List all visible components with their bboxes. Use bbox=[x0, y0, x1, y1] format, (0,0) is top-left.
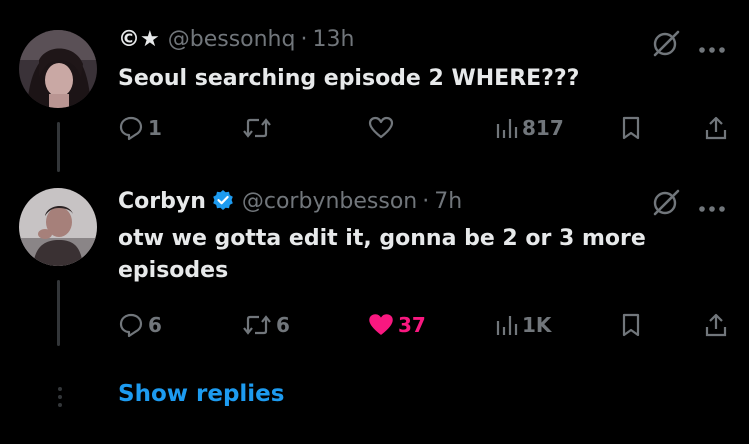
timestamp[interactable]: 13h bbox=[312, 27, 354, 52]
avatar-image bbox=[19, 30, 97, 108]
repost-button[interactable] bbox=[242, 113, 276, 143]
views-button[interactable]: 817 bbox=[494, 113, 564, 143]
views-icon bbox=[496, 316, 518, 335]
reply-icon bbox=[119, 116, 143, 141]
tweet-actions: 1 817 bbox=[118, 113, 728, 143]
tweet-2[interactable]: Corbyn @corbynbesson · 7h otw we gotta e… bbox=[0, 170, 749, 360]
bookmark-icon bbox=[622, 313, 640, 337]
like-button[interactable] bbox=[368, 113, 398, 143]
tweet-header: ©★ @bessonhq · 13h bbox=[118, 27, 354, 52]
reply-count: 1 bbox=[148, 116, 162, 140]
repost-icon bbox=[243, 118, 271, 138]
avatar[interactable] bbox=[19, 30, 97, 108]
tweet-actions: 6 6 37 1K bbox=[118, 310, 728, 340]
reply-count: 6 bbox=[148, 313, 162, 337]
display-name[interactable]: ©★ bbox=[118, 27, 160, 52]
separator-dot: · bbox=[422, 189, 430, 214]
thread-line bbox=[57, 280, 60, 346]
like-button[interactable]: 37 bbox=[368, 310, 426, 340]
bookmark-button[interactable] bbox=[620, 310, 642, 340]
share-icon bbox=[705, 313, 727, 337]
share-button[interactable] bbox=[704, 310, 728, 340]
thread-line bbox=[57, 122, 60, 172]
verified-badge-icon bbox=[213, 190, 233, 210]
grok-icon[interactable] bbox=[651, 187, 681, 221]
share-button[interactable] bbox=[704, 113, 728, 143]
views-icon bbox=[496, 119, 518, 138]
repost-count: 6 bbox=[276, 313, 290, 337]
repost-button[interactable]: 6 bbox=[242, 310, 290, 340]
views-button[interactable]: 1K bbox=[494, 310, 551, 340]
reply-button[interactable]: 1 bbox=[118, 113, 162, 143]
repost-icon bbox=[243, 315, 271, 335]
display-name[interactable]: Corbyn bbox=[118, 189, 206, 214]
views-count: 817 bbox=[522, 116, 564, 140]
heart-icon bbox=[369, 314, 393, 335]
tweet-header: Corbyn @corbynbesson · 7h bbox=[118, 186, 462, 214]
more-icon[interactable] bbox=[698, 198, 726, 217]
reply-icon bbox=[119, 313, 143, 338]
bookmark-button[interactable] bbox=[620, 113, 642, 143]
views-count: 1K bbox=[522, 313, 552, 337]
tweet-text: otw we gotta edit it, gonna be 2 or 3 mo… bbox=[118, 226, 646, 283]
bookmark-icon bbox=[622, 116, 640, 140]
reply-button[interactable]: 6 bbox=[118, 310, 162, 340]
tweet-text: Seoul searching episode 2 WHERE??? bbox=[118, 66, 580, 91]
tweet-1[interactable]: ©★ @bessonhq · 13h Seoul searching episo… bbox=[0, 0, 749, 172]
share-icon bbox=[705, 116, 727, 140]
timestamp[interactable]: 7h bbox=[434, 189, 462, 214]
more-icon[interactable] bbox=[698, 39, 726, 58]
avatar[interactable] bbox=[19, 188, 97, 266]
heart-icon bbox=[368, 116, 394, 139]
show-replies-link[interactable]: Show replies bbox=[118, 381, 284, 407]
avatar-image bbox=[19, 188, 97, 266]
user-handle[interactable]: @corbynbesson bbox=[242, 189, 417, 214]
separator-dot: · bbox=[300, 27, 308, 52]
like-count: 37 bbox=[398, 313, 426, 337]
thread-continuation-dots bbox=[57, 386, 63, 412]
grok-icon[interactable] bbox=[651, 28, 681, 62]
user-handle[interactable]: @bessonhq bbox=[168, 27, 296, 52]
